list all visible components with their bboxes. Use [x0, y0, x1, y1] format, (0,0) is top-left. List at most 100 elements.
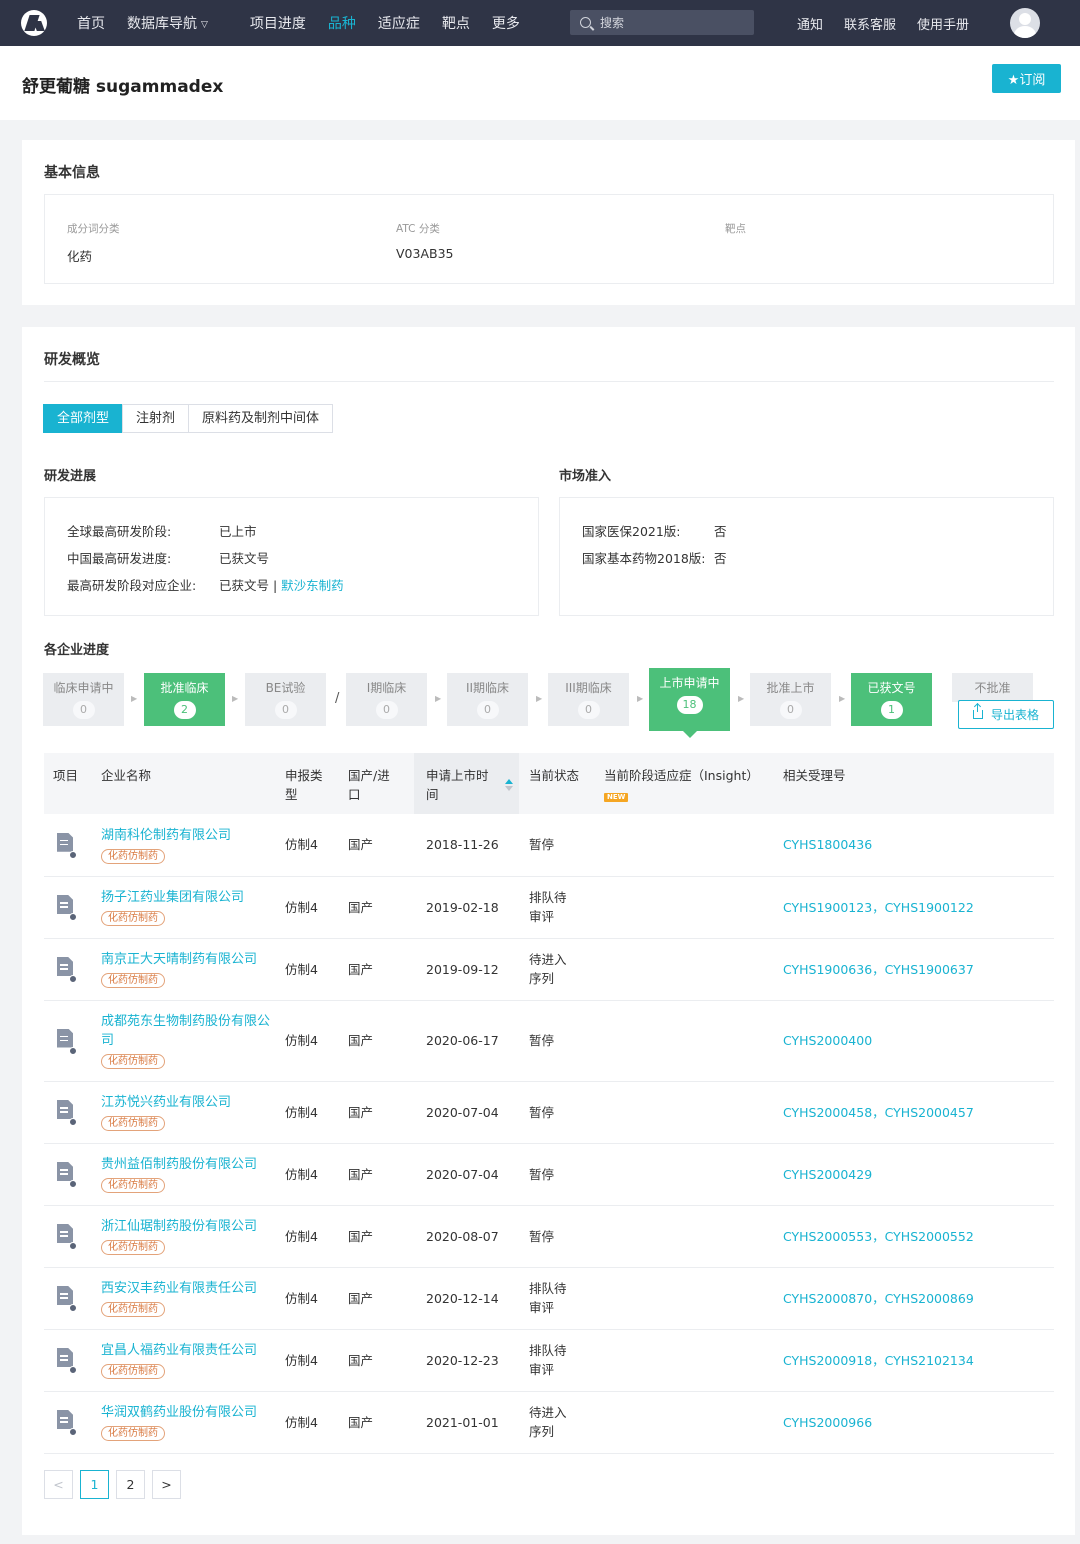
stage-phase-1[interactable]: I期临床 0 [346, 673, 427, 726]
subscribe-button[interactable]: ★订阅 [992, 64, 1061, 93]
origin-cell: 国产 [348, 876, 414, 939]
stage-be-trial[interactable]: BE试验 0 [245, 673, 326, 726]
col-project: 项目 [44, 753, 101, 814]
dosage-tabs: 全部剂型 注射剂 原料药及制剂中间体 [43, 404, 334, 433]
document-icon[interactable] [44, 1162, 77, 1188]
rd-overview-card: 研发概览 全部剂型 注射剂 原料药及制剂中间体 研发进展 全球最高研发阶段: 已… [22, 327, 1075, 1535]
stage-phase-3[interactable]: III期临床 0 [548, 673, 629, 726]
acceptance-no-link[interactable]: CYHS1900123，CYHS1900122 [783, 900, 974, 915]
nav-targets[interactable]: 靶点 [442, 13, 470, 33]
table-row: 贵州益佰制药股份有限公司 化药仿制药 仿制4 国产 2020-07-04 暂停 CYHS20… [44, 1143, 1054, 1206]
document-icon[interactable] [44, 1286, 77, 1312]
tab-all-forms[interactable]: 全部剂型 [43, 404, 124, 433]
stage-name: I期临床 [366, 681, 407, 695]
nav-more[interactable]: 更多 [492, 13, 520, 33]
company-link[interactable]: 扬子江药业集团有限公司 [101, 888, 275, 907]
acceptance-no-link[interactable]: CYHS2000870，CYHS2000869 [783, 1291, 974, 1306]
table-row: 扬子江药业集团有限公司 化药仿制药 仿制4 国产 2019-02-18 排队待审评 CYHS… [44, 876, 1054, 939]
china-stage-value: 已获文号 [219, 551, 270, 566]
nav-home[interactable]: 首页 [77, 13, 105, 33]
filing-date-cell: 2020-12-14 [414, 1267, 519, 1330]
search-box[interactable] [570, 10, 754, 35]
company-link[interactable]: 南京正大天晴制药有限公司 [101, 950, 275, 969]
sort-icon[interactable] [505, 779, 513, 791]
acceptance-no-link[interactable]: CYHS2000553，CYHS2000552 [783, 1229, 974, 1244]
stage-marketing-approved[interactable]: 批准上市 0 [750, 673, 831, 726]
document-icon[interactable] [44, 1100, 77, 1126]
tab-injection[interactable]: 注射剂 [122, 404, 190, 433]
company-link[interactable]: 湖南科伦制药有限公司 [101, 826, 275, 845]
category-tag: 化药仿制药 [101, 1302, 165, 1317]
indication-cell [594, 1081, 781, 1144]
document-icon[interactable] [44, 895, 77, 921]
page-2-button[interactable]: 2 [116, 1470, 145, 1499]
project-cell [44, 876, 101, 939]
document-icon[interactable] [44, 1224, 77, 1250]
status-cell: 暂停 [519, 1205, 594, 1268]
category-tag: 化药仿制药 [101, 911, 165, 926]
status-cell: 待进入序列 [519, 1391, 594, 1454]
acceptance-no-link[interactable]: CYHS2000458，CYHS2000457 [783, 1105, 974, 1120]
stage-clinical-approved[interactable]: 批准临床 2 [144, 673, 225, 726]
stage-phase-2[interactable]: II期临床 0 [447, 673, 528, 726]
acceptance-no-cell: CYHS2000966 [781, 1391, 1054, 1454]
company-link[interactable]: 浙江仙琚制药股份有限公司 [101, 1217, 275, 1236]
basic-info-title: 基本信息 [44, 165, 100, 181]
table-row: 南京正大天晴制药有限公司 化药仿制药 仿制4 国产 2019-09-12 待进入序列 CYH… [44, 938, 1054, 1001]
avatar[interactable] [1010, 8, 1040, 38]
nav-user-manual[interactable]: 使用手册 [917, 14, 969, 33]
origin-cell: 国产 [348, 1000, 414, 1082]
prev-page-button[interactable]: < [44, 1470, 73, 1499]
company-progress-title: 各企业进度 [44, 643, 110, 658]
acceptance-no-link[interactable]: CYHS2000918，CYHS2102134 [783, 1353, 974, 1368]
stage-count: 2 [173, 701, 196, 719]
nav-project-progress[interactable]: 项目进度 [250, 13, 306, 33]
acceptance-no-link[interactable]: CYHS1800436 [783, 837, 872, 852]
origin-cell: 国产 [348, 1329, 414, 1392]
filing-date-cell: 2020-06-17 [414, 1000, 519, 1082]
col-filing-date[interactable]: 申请上市时间 [414, 753, 519, 814]
stage-rejected[interactable]: 不批准 [952, 673, 1033, 702]
company-link[interactable]: 江苏悦兴药业有限公司 [101, 1093, 275, 1112]
top-company-value: 已获文号 | 默沙东制药 [219, 575, 344, 594]
acceptance-no-link[interactable]: CYHS2000400 [783, 1033, 872, 1048]
category-tag: 化药仿制药 [101, 1364, 165, 1379]
next-page-button[interactable]: > [152, 1470, 181, 1499]
document-icon[interactable] [44, 832, 77, 859]
origin-cell: 国产 [348, 1391, 414, 1454]
search-input[interactable] [600, 15, 740, 30]
nav-indications[interactable]: 适应症 [378, 13, 420, 33]
company-link[interactable]: 贵州益佰制药股份有限公司 [101, 1155, 275, 1174]
arrow-right-icon: ▶ [232, 694, 239, 703]
stage-approval-number[interactable]: 已获文号 1 [851, 673, 932, 726]
top-company-link[interactable]: 默沙东制药 [281, 578, 344, 593]
company-link[interactable]: 华润双鹤药业股份有限公司 [101, 1403, 275, 1422]
document-icon[interactable] [44, 957, 77, 983]
company-link[interactable]: 西安汉丰药业有限责任公司 [101, 1279, 275, 1298]
document-icon[interactable] [44, 1410, 77, 1436]
category-tag: 化药仿制药 [101, 1426, 165, 1441]
acceptance-no-link[interactable]: CYHS2000429 [783, 1167, 872, 1182]
nav-database[interactable]: 数据库导航 ▽ [127, 13, 208, 33]
nav-notifications[interactable]: 通知 [797, 14, 823, 33]
field-label-target: 靶点 [725, 223, 746, 235]
acceptance-no-link[interactable]: CYHS2000966 [783, 1415, 872, 1430]
page-1-button[interactable]: 1 [80, 1470, 109, 1499]
company-cell: 扬子江药业集团有限公司化药仿制药 [101, 876, 285, 939]
tab-api-intermediates[interactable]: 原料药及制剂中间体 [188, 404, 334, 433]
company-link[interactable]: 宜昌人福药业有限责任公司 [101, 1341, 275, 1360]
stage-clinical-application[interactable]: 临床申请中 0 [43, 673, 124, 726]
nrdl-value: 否 [714, 524, 727, 539]
arrow-right-icon: ▶ [738, 694, 745, 703]
nav-varieties[interactable]: 品种 [328, 13, 356, 33]
field-label-atc: ATC 分类 [396, 223, 440, 235]
indication-cell [594, 1143, 781, 1206]
logo-icon[interactable] [21, 10, 47, 36]
stage-marketing-application[interactable]: 上市申请中 18 [649, 668, 730, 738]
document-icon[interactable] [44, 1028, 77, 1055]
acceptance-no-link[interactable]: CYHS1900636，CYHS1900637 [783, 962, 974, 977]
nav-customer-service[interactable]: 联系客服 [844, 14, 896, 33]
document-icon[interactable] [44, 1348, 77, 1374]
company-link[interactable]: 成都苑东生物制药股份有限公司 [101, 1012, 275, 1050]
export-table-button[interactable]: 导出表格 [958, 700, 1054, 729]
